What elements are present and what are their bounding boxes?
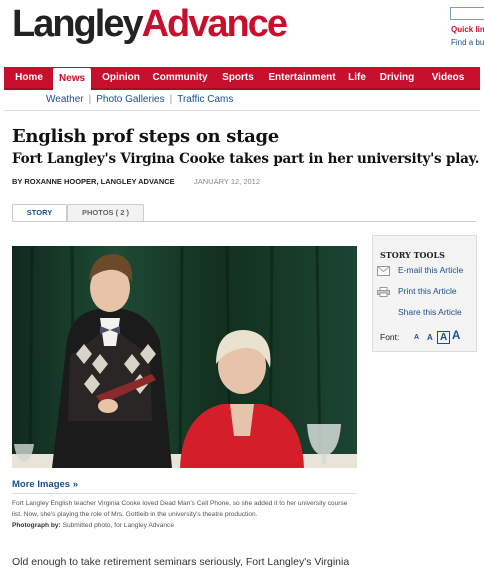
font-size-smallest[interactable]: A — [414, 334, 419, 341]
font-label: Font: — [380, 332, 400, 342]
font-size-controls: Font: A A A A — [380, 330, 460, 344]
tab-story[interactable]: STORY — [12, 204, 67, 222]
subnav-traffic-cams[interactable]: Traffic Cams — [177, 94, 233, 105]
subnav-divider — [4, 110, 480, 111]
article-byline: BY ROXANNE HOOPER, LANGLEY ADVANCE — [12, 177, 175, 186]
caption-divider — [12, 493, 357, 494]
font-size-medium[interactable]: A — [437, 331, 451, 344]
photo-credit: Photograph by: Submitted photo, for Lang… — [12, 522, 174, 529]
masthead: LangleyAdvance Quick lin Find a bu — [0, 0, 484, 64]
font-size-small[interactable]: A — [427, 333, 433, 342]
search-input[interactable] — [450, 7, 484, 20]
subnav-separator: | — [88, 94, 92, 105]
story-tools-title: STORY TOOLS — [380, 250, 445, 260]
more-images-link[interactable]: More Images » — [12, 479, 78, 490]
tab-photos[interactable]: PHOTOS ( 2 ) — [67, 204, 144, 222]
subnav-weather[interactable]: Weather — [46, 94, 84, 105]
email-article-label: E-mail this Article — [398, 265, 464, 275]
story-tools-panel: STORY TOOLS E-mail this Article Print th… — [372, 235, 477, 352]
nav-entertainment[interactable]: Entertainment — [262, 67, 342, 89]
article-photo[interactable] — [12, 246, 357, 468]
article-date: JANUARY 12, 2012 — [194, 177, 261, 186]
site-logo[interactable]: LangleyAdvance — [12, 2, 288, 46]
main-nav: Home News Opinion Community Sports Enter… — [4, 67, 480, 91]
printer-icon — [377, 287, 390, 297]
nav-news[interactable]: News — [53, 68, 91, 91]
quick-links-link[interactable]: Quick lin — [451, 25, 484, 34]
nav-sports[interactable]: Sports — [218, 67, 258, 89]
share-article-label: Share this Article — [398, 307, 462, 317]
nav-videos[interactable]: Videos — [428, 67, 468, 89]
nav-home[interactable]: Home — [10, 67, 48, 89]
tabs-divider — [12, 221, 476, 222]
photo-credit-value: Submitted photo, for Langley Advance — [62, 522, 174, 529]
nav-driving[interactable]: Driving — [377, 67, 417, 89]
email-icon — [377, 266, 390, 276]
subnav-photo-galleries[interactable]: Photo Galleries — [96, 94, 164, 105]
photo-credit-label: Photograph by: — [12, 522, 61, 529]
font-size-large[interactable]: A — [452, 330, 460, 342]
article-body: Old enough to take retirement seminars s… — [12, 556, 350, 568]
nav-opinion[interactable]: Opinion — [96, 67, 146, 89]
article-subhead: Fort Langley's Virgina Cooke takes part … — [12, 151, 480, 167]
subnav-separator: | — [169, 94, 173, 105]
sub-nav: Weather | Photo Galleries | Traffic Cams — [46, 94, 233, 105]
find-business-link[interactable]: Find a bu — [451, 38, 484, 47]
nav-community[interactable]: Community — [148, 67, 212, 89]
nav-life[interactable]: Life — [346, 67, 368, 89]
article-headline: English prof steps on stage — [12, 126, 279, 147]
print-article-label: Print this Article — [398, 286, 457, 296]
photo-caption: Fort Langley English teacher Virginia Co… — [12, 500, 348, 518]
